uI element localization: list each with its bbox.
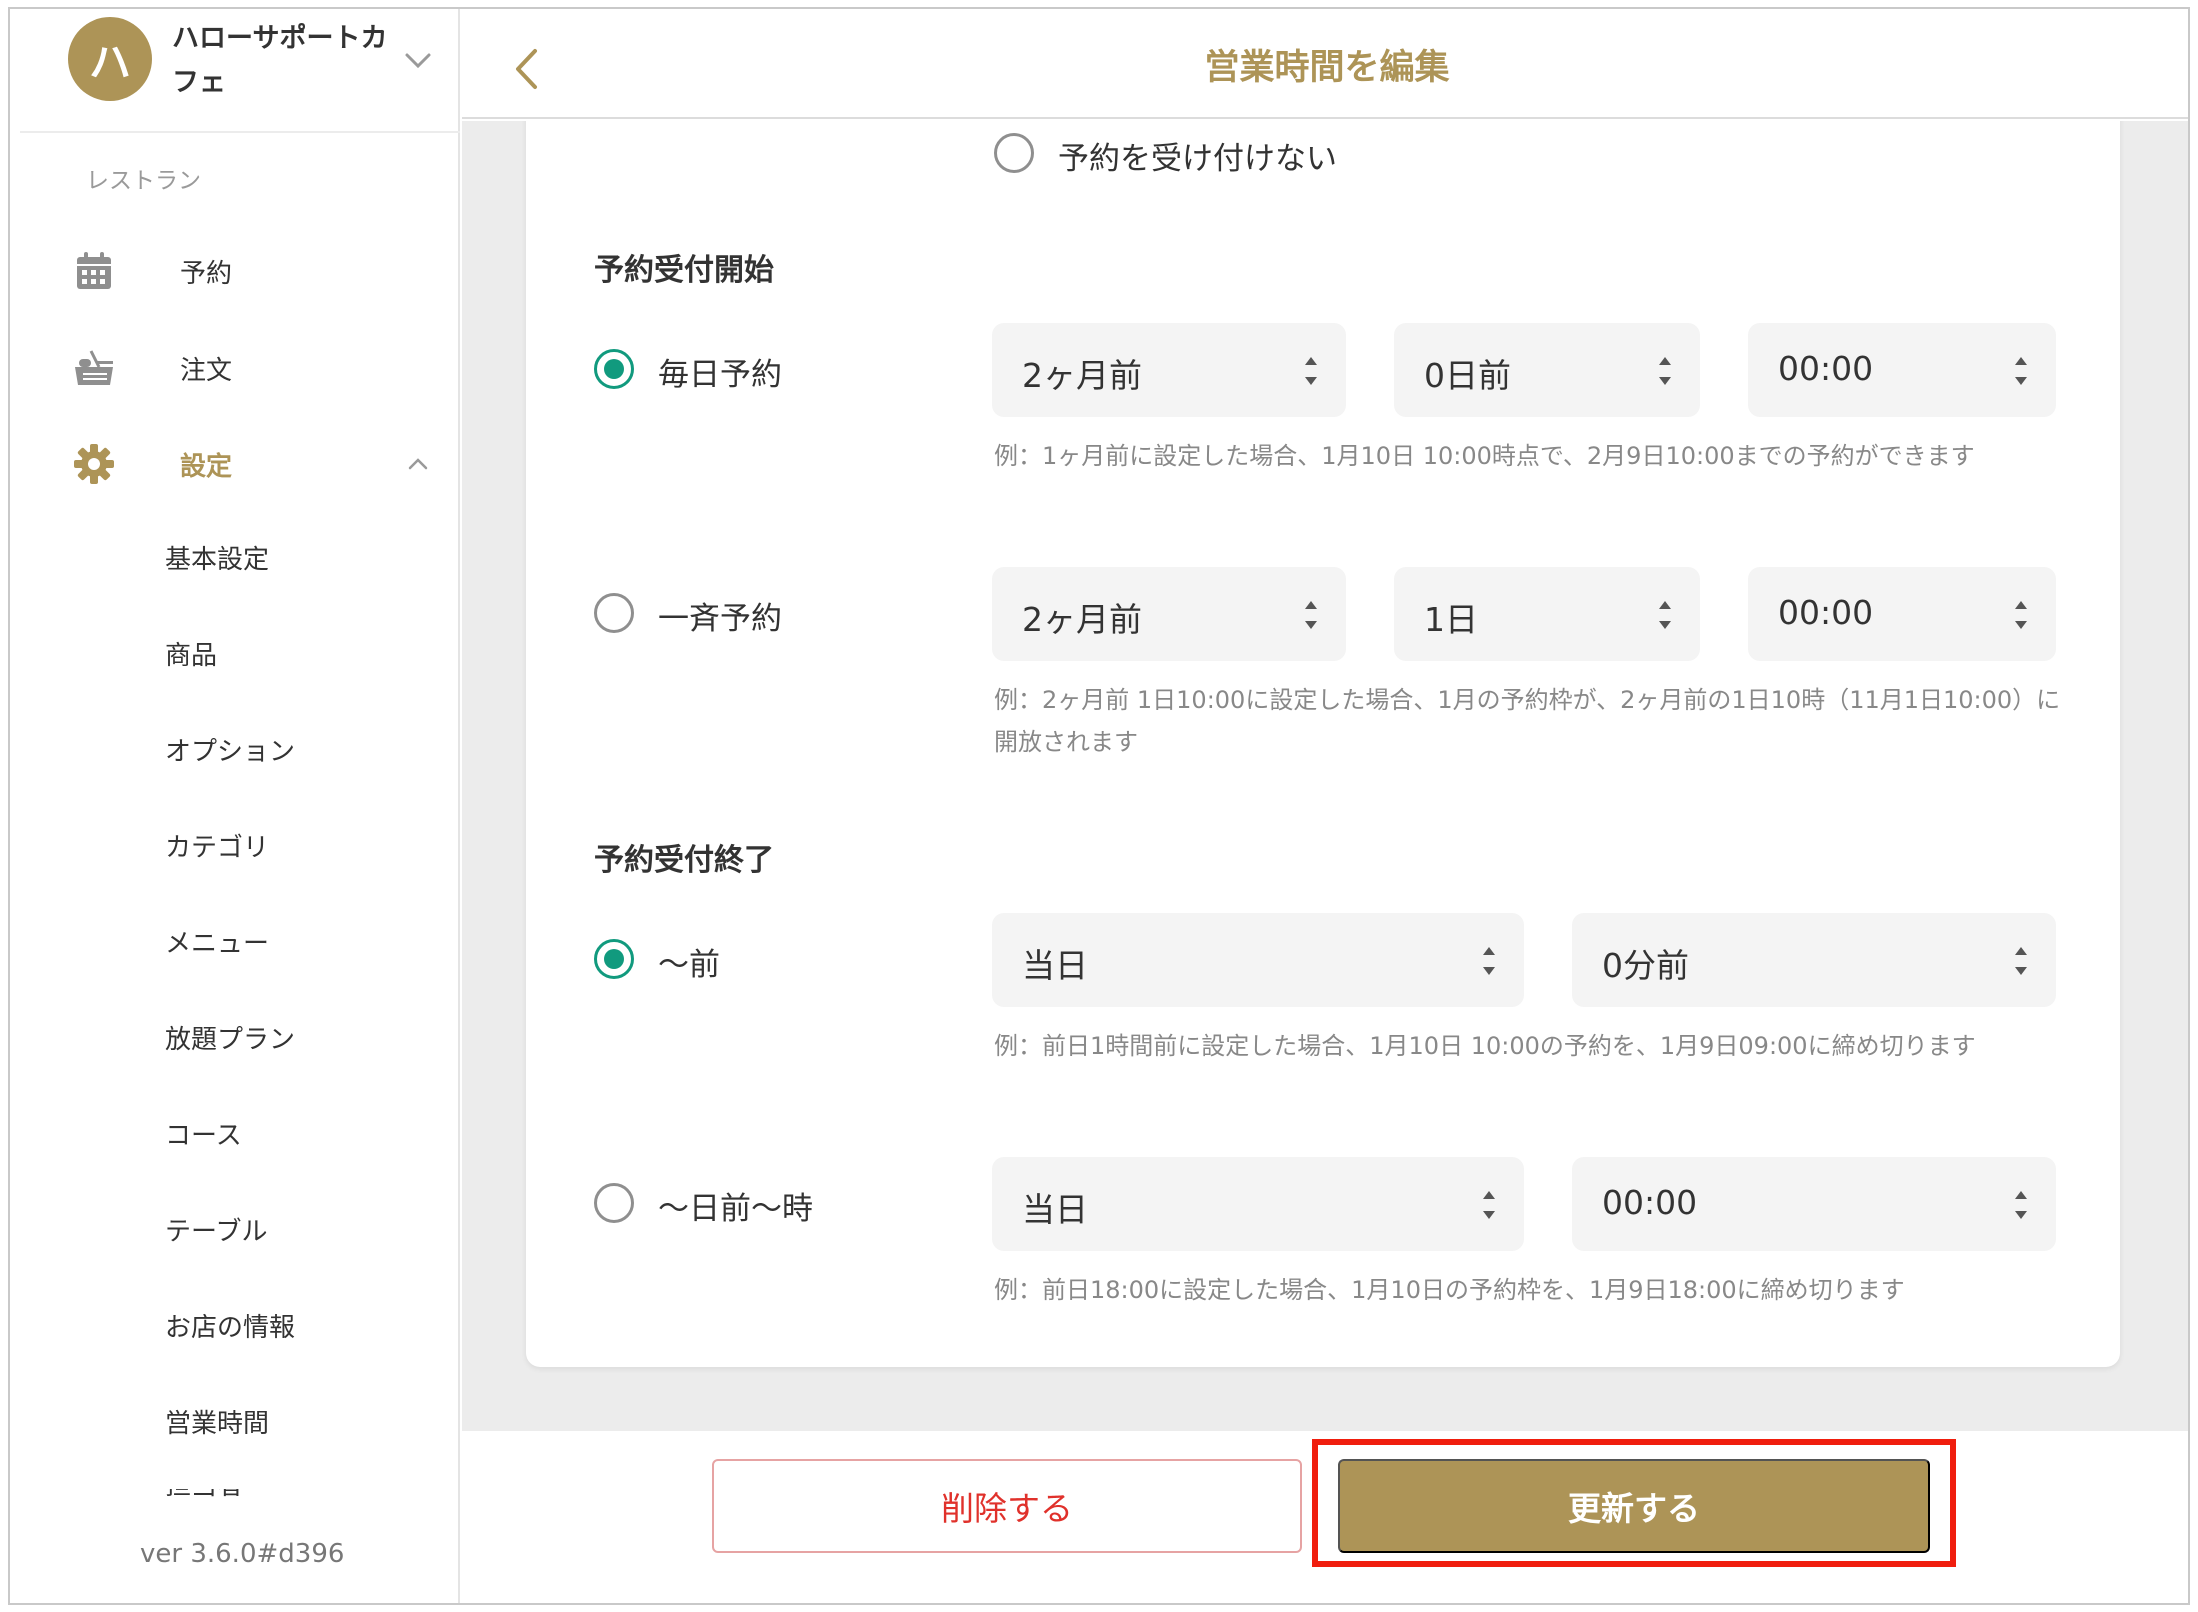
batch-time-select[interactable]: 00:00 xyxy=(1748,567,2056,661)
sort-arrows-icon xyxy=(2015,1191,2027,1219)
sort-arrows-icon xyxy=(1659,357,1671,385)
sidebar-subitem-tables[interactable]: テーブル xyxy=(165,1211,267,1248)
end-days-time-time-select[interactable]: 00:00 xyxy=(1572,1157,2056,1251)
sidebar-subitem-all-you-can-plans[interactable]: 放題プラン xyxy=(165,1019,295,1056)
store-name: ハローサポートカフェ xyxy=(172,23,388,98)
radio-no-reservation[interactable] xyxy=(994,133,1034,173)
end-before-help-text: 例：前日1時間前に設定した場合、1月10日 10:00の予約を、1月9日09:0… xyxy=(994,1032,1976,1060)
sort-arrows-icon xyxy=(1483,947,1495,975)
highlight-box xyxy=(1312,1439,1956,1567)
sort-arrows-icon xyxy=(1659,601,1671,629)
section-heading-end: 予約受付終了 xyxy=(594,843,774,878)
end-days-time-help-text: 例：前日18:00に設定した場合、1月10日の予約枠を、1月9日18:00に締め… xyxy=(994,1276,1905,1304)
section-heading-start: 予約受付開始 xyxy=(594,253,774,288)
option-label-no-reservation: 予約を受け付けない xyxy=(1058,141,1337,177)
page-header: 営業時間を編集 xyxy=(462,9,2188,119)
option-label-daily: 毎日予約 xyxy=(658,357,782,393)
radio-end-days-time[interactable] xyxy=(594,1183,634,1223)
daily-help-text: 例：1ヶ月前に設定した場合、1月10日 10:00時点で、2月9日10:00まで… xyxy=(994,442,1975,470)
sort-arrows-icon xyxy=(1483,1191,1495,1219)
calendar-icon xyxy=(70,247,118,295)
daily-time-select[interactable]: 00:00 xyxy=(1748,323,2056,417)
sort-arrows-icon xyxy=(2015,357,2027,385)
sidebar-subitem-courses[interactable]: コース xyxy=(165,1115,242,1152)
food-icon xyxy=(70,344,118,392)
version-label: ver 3.6.0#d396 xyxy=(140,1539,345,1569)
option-label-batch: 一斉予約 xyxy=(658,601,782,637)
option-label-days-time: 〜日前〜時 xyxy=(658,1191,813,1227)
sidebar-item-label: 予約 xyxy=(180,258,233,289)
sidebar-item-settings[interactable]: 設定 xyxy=(70,434,430,494)
form-footer: 削除する 更新する xyxy=(462,1431,2188,1603)
sort-arrows-icon xyxy=(2015,601,2027,629)
end-before-day-select[interactable]: 当日 xyxy=(992,913,1524,1007)
radio-daily-reservation[interactable] xyxy=(594,349,634,389)
business-hours-form: 予約を受け付けない 予約受付開始 毎日予約 2ヶ月前 0日前 00:00 例：1… xyxy=(526,121,2120,1367)
sidebar-item-label: 注文 xyxy=(180,355,233,386)
sidebar-subitem-business-hours[interactable]: 営業時間 xyxy=(165,1403,269,1440)
sort-arrows-icon xyxy=(2015,947,2027,975)
store-switcher[interactable]: ハ ハローサポートカフェ xyxy=(20,9,460,133)
sidebar-subitem-basic-settings[interactable]: 基本設定 xyxy=(165,539,269,576)
avatar: ハ xyxy=(68,17,152,101)
end-days-time-day-select[interactable]: 当日 xyxy=(992,1157,1524,1251)
sidebar-subitem-categories[interactable]: カテゴリ xyxy=(165,827,269,864)
sidebar: ハ ハローサポートカフェ レストラン 予約 注文 設定 基本設定 商品 オプショ… xyxy=(10,9,460,1603)
batch-help-text: 例：2ヶ月前 1日10:00に設定した場合、1月の予約枠が、2ヶ月前の1日10時… xyxy=(994,686,2061,756)
sort-arrows-icon xyxy=(1305,601,1317,629)
sidebar-subitem-staff[interactable]: 担当者 xyxy=(165,1489,285,1501)
daily-months-select[interactable]: 2ヶ月前 xyxy=(992,323,1346,417)
delete-button[interactable]: 削除する xyxy=(712,1459,1302,1553)
sidebar-item-orders[interactable]: 注文 xyxy=(70,338,430,398)
radio-batch-reservation[interactable] xyxy=(594,593,634,633)
sidebar-subitem-store-info[interactable]: お店の情報 xyxy=(165,1307,295,1344)
chevron-down-icon[interactable] xyxy=(398,41,438,81)
page-title: 営業時間を編集 xyxy=(1204,48,1450,88)
gear-icon xyxy=(70,440,118,488)
batch-months-select[interactable]: 2ヶ月前 xyxy=(992,567,1346,661)
option-label-before: 〜前 xyxy=(658,947,720,983)
sidebar-item-label: 設定 xyxy=(180,451,233,482)
sidebar-subitem-options[interactable]: オプション xyxy=(165,731,295,768)
daily-days-select[interactable]: 0日前 xyxy=(1394,323,1700,417)
sidebar-subitem-products[interactable]: 商品 xyxy=(165,635,217,672)
main-content[interactable]: 予約を受け付けない 予約受付開始 毎日予約 2ヶ月前 0日前 00:00 例：1… xyxy=(462,121,2188,1431)
section-label: レストラン xyxy=(86,168,201,194)
radio-end-before[interactable] xyxy=(594,939,634,979)
sidebar-subitem-menu[interactable]: メニュー xyxy=(165,923,269,960)
app-window: ハ ハローサポートカフェ レストラン 予約 注文 設定 基本設定 商品 オプショ… xyxy=(8,7,2190,1605)
batch-day-select[interactable]: 1日 xyxy=(1394,567,1700,661)
end-before-minutes-select[interactable]: 0分前 xyxy=(1572,913,2056,1007)
sidebar-item-reservations[interactable]: 予約 xyxy=(70,241,430,301)
sort-arrows-icon xyxy=(1305,357,1317,385)
chevron-up-icon[interactable] xyxy=(398,444,438,484)
